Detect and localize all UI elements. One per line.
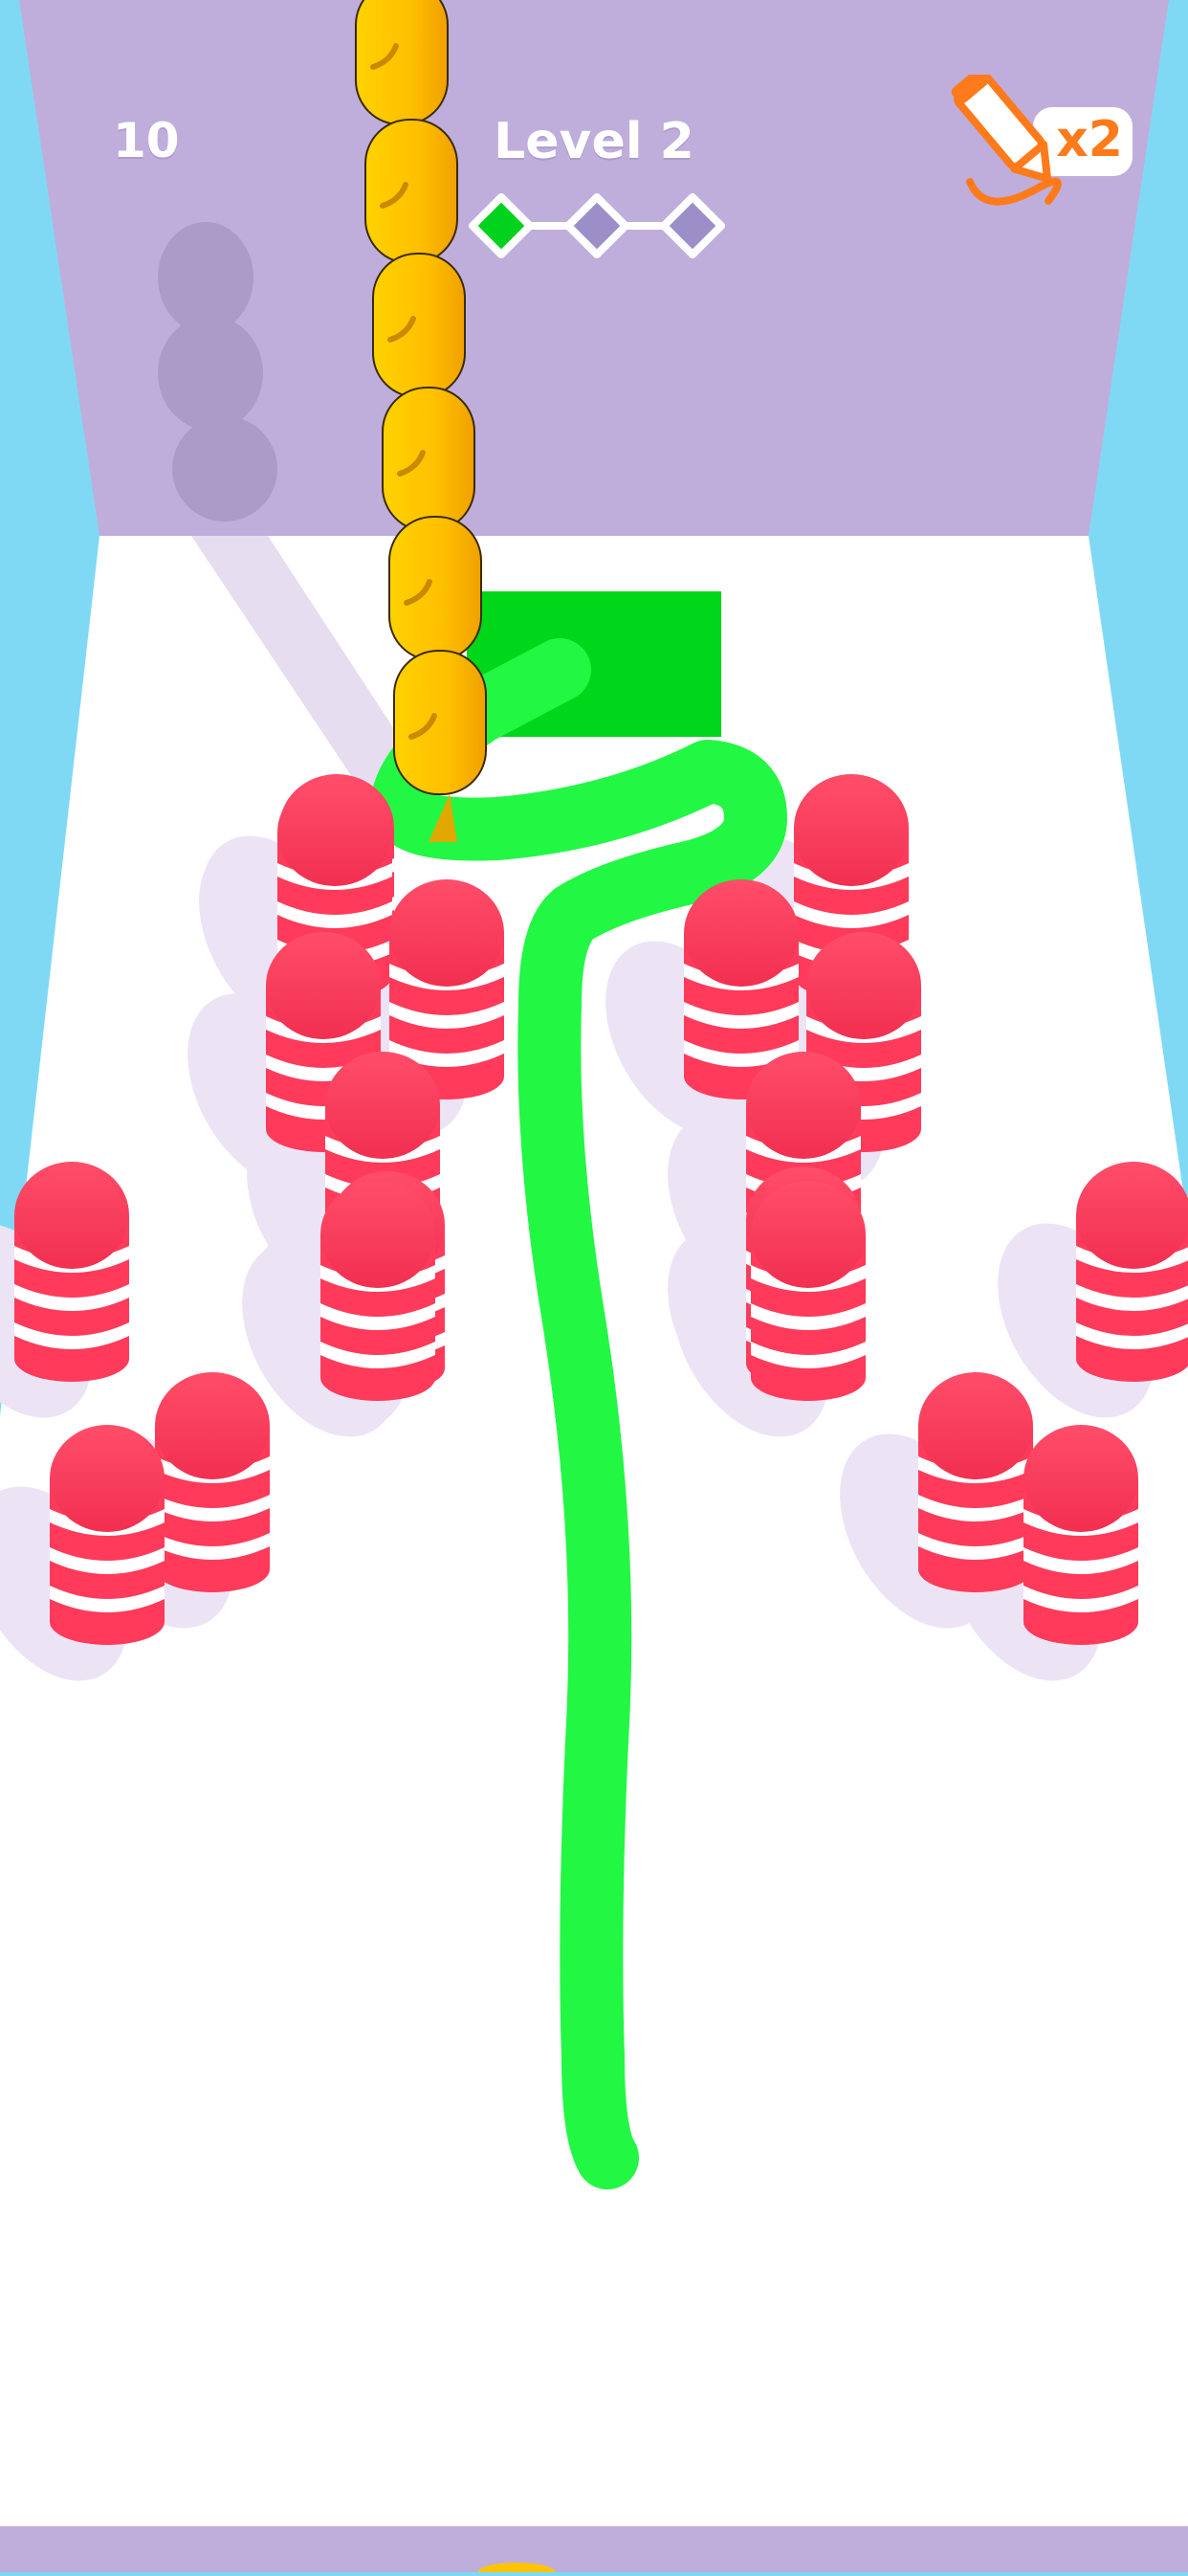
obstacle-stack (320, 1181, 435, 1401)
obstacle-stack (751, 1181, 866, 1401)
crowd-person (388, 516, 482, 661)
obstacle-stack (14, 1162, 129, 1382)
booster-multiplier: x2 (1056, 111, 1123, 168)
obstacle-stack (155, 1372, 270, 1592)
game-stage[interactable]: 10 Level 2 x2 (0, 0, 1188, 2576)
crowd-person (355, 0, 449, 125)
obstacle-stack (1023, 1425, 1138, 1645)
crowd-person (393, 650, 487, 795)
obstacle-stack (50, 1425, 165, 1645)
game-scene[interactable] (0, 0, 1188, 2576)
crowd-person (382, 387, 475, 532)
obstacle-stack (918, 1372, 1033, 1592)
diamond-progress-icon (660, 193, 725, 258)
pencil-booster-button[interactable]: x2 (947, 69, 1138, 209)
obstacle-stack (1076, 1162, 1188, 1382)
diamond-progress-icon (469, 193, 534, 258)
crowd-person (372, 253, 466, 398)
level-progress (469, 193, 725, 258)
diamond-progress-icon (564, 193, 629, 258)
bottom-strip (0, 2526, 1188, 2572)
